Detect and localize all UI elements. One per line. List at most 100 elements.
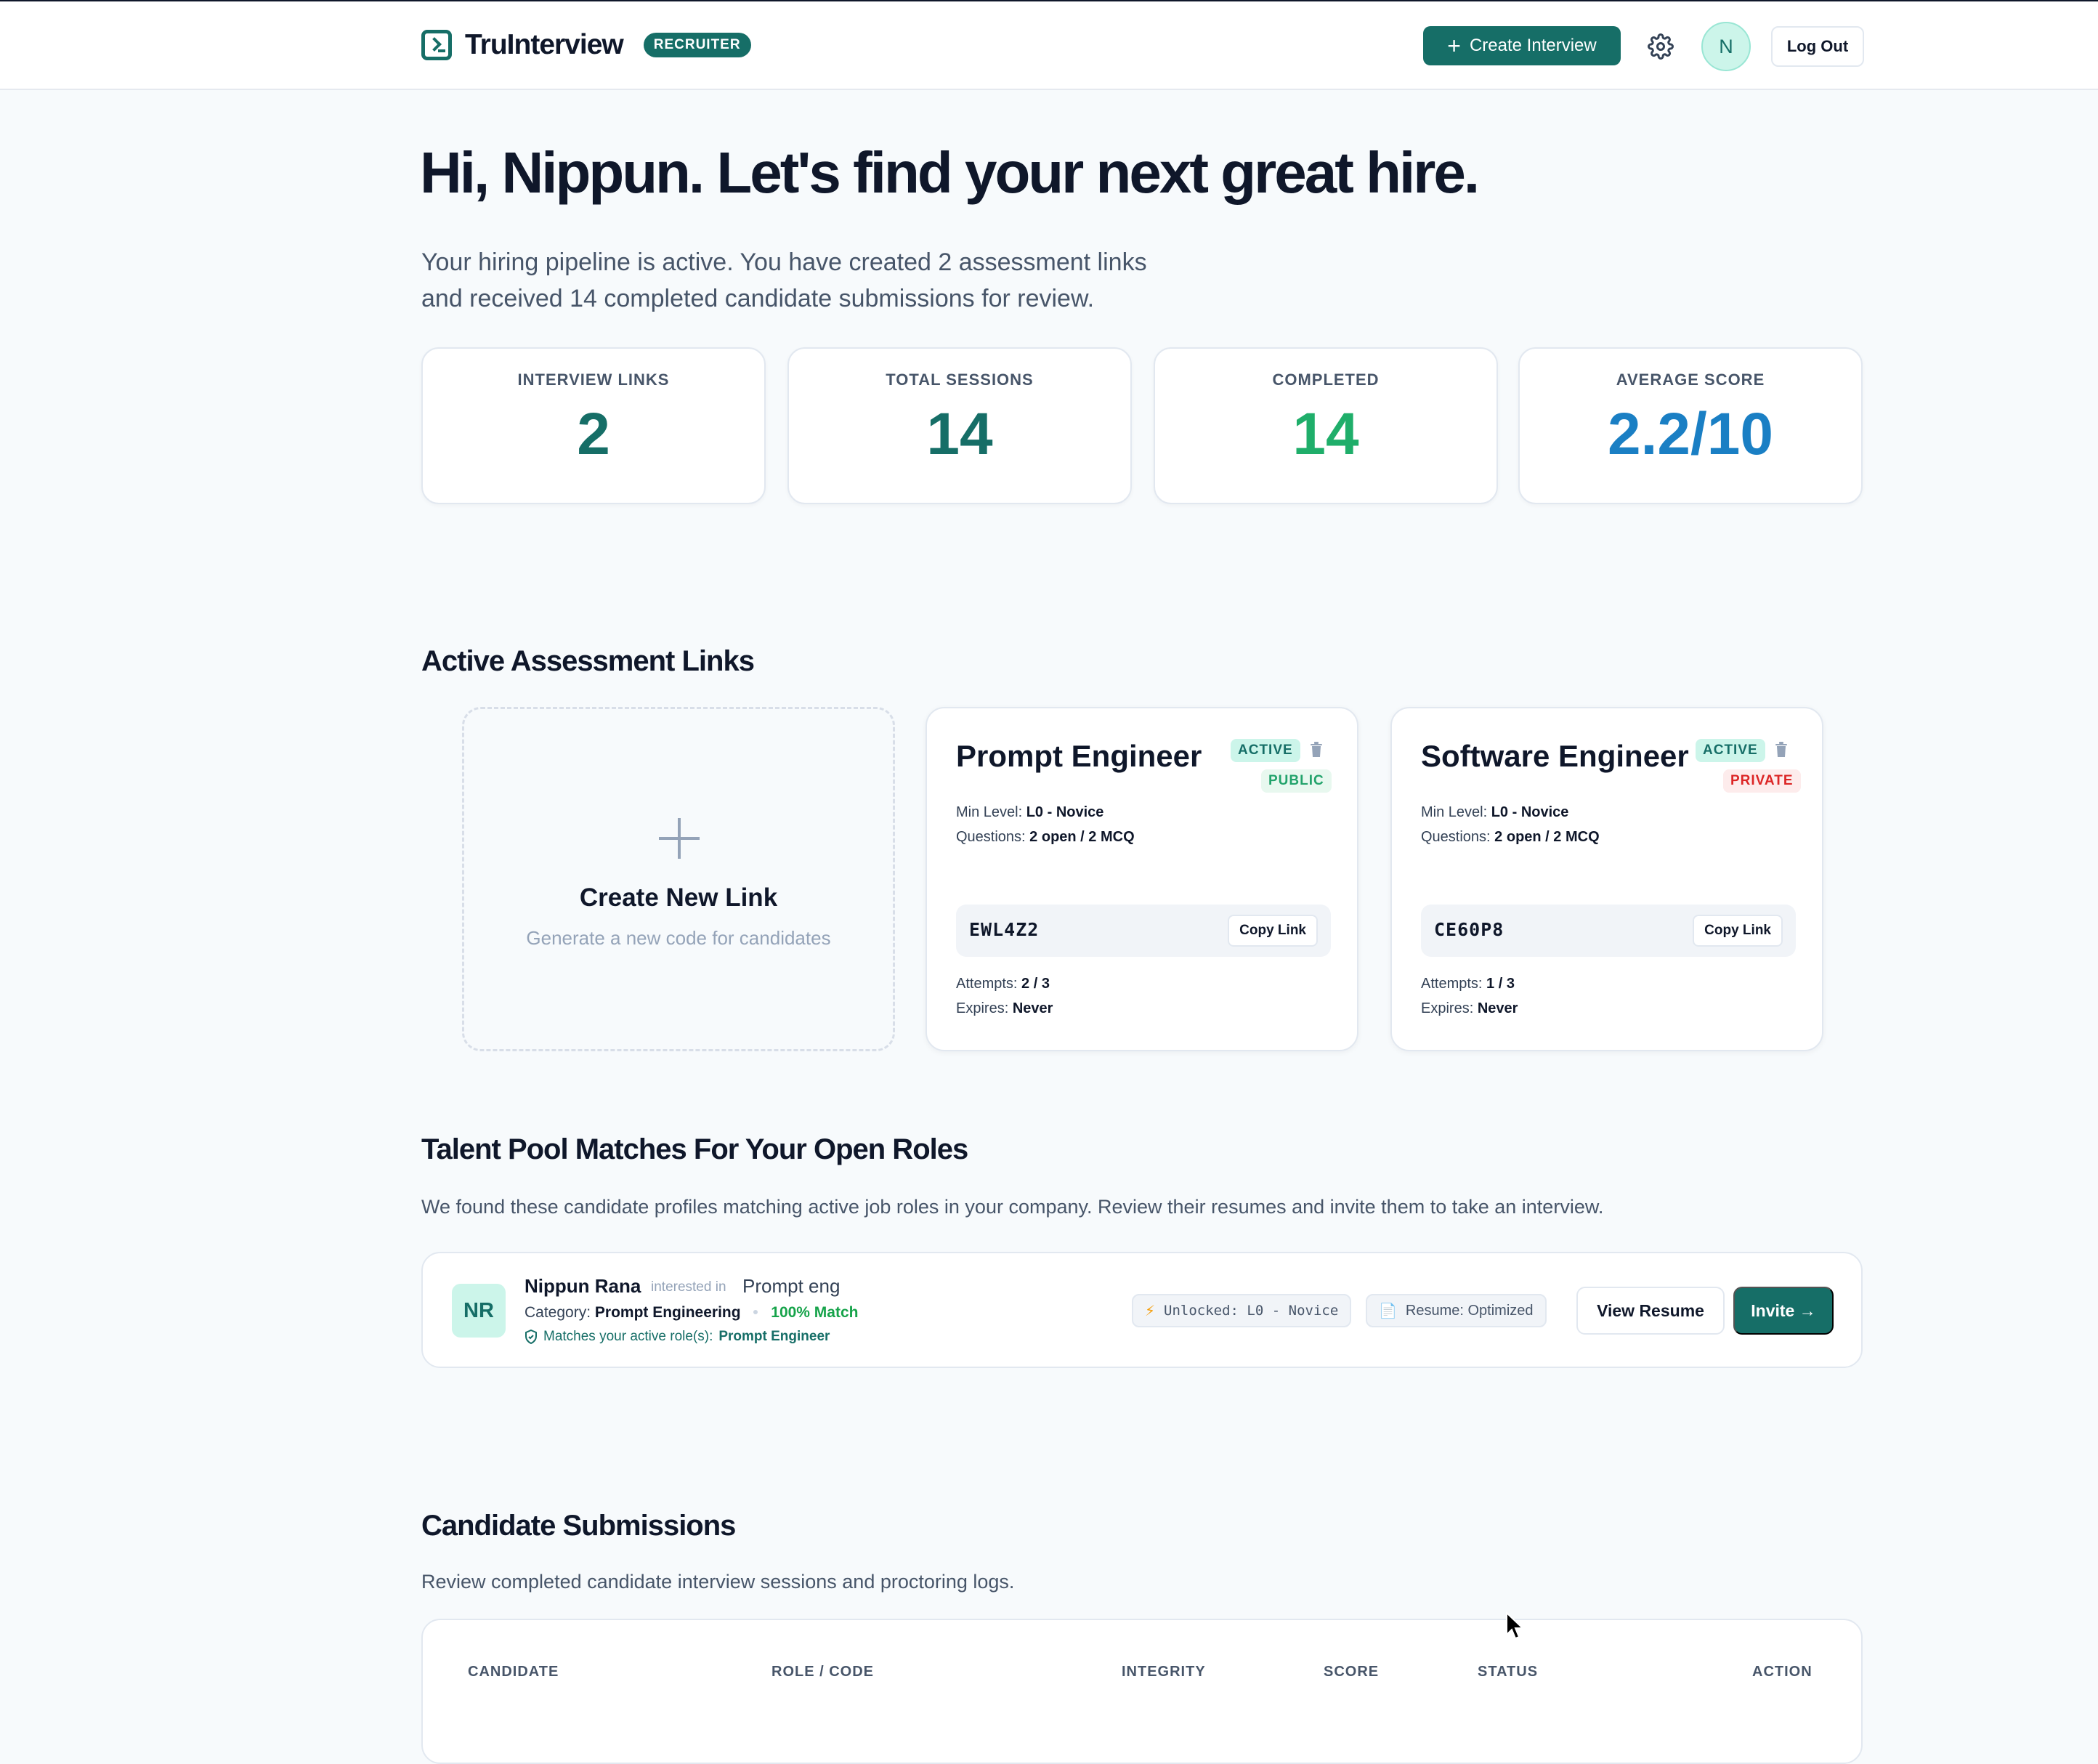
trash-icon[interactable] xyxy=(1774,742,1789,758)
copy-link-button[interactable]: Copy Link xyxy=(1228,915,1318,947)
questions-value: 2 open / 2 MCQ xyxy=(1029,829,1135,845)
app-logo[interactable]: TruInterview RECRUITER xyxy=(421,29,751,61)
stat-label: INTERVIEW LINKS xyxy=(517,371,670,389)
candidate-category: Category: Prompt Engineering 100% Match xyxy=(524,1304,858,1322)
attempts: Attempts: 2 / 3 xyxy=(956,976,1050,992)
create-new-link-subtitle: Generate a new code for candidates xyxy=(526,927,831,949)
talent-section-title: Talent Pool Matches For Your Open Roles xyxy=(421,1133,968,1165)
pipeline-summary: Your hiring pipeline is active. You have… xyxy=(421,244,1220,317)
candidate-avatar: NR xyxy=(452,1284,506,1338)
visibility-badge: PUBLIC xyxy=(1261,769,1332,793)
stat-value: 14 xyxy=(1292,401,1359,467)
stat-label: COMPLETED xyxy=(1272,371,1380,389)
separator-dot xyxy=(753,1310,758,1314)
unlocked-level-badge: ⚡ Unlocked: L0 - Novice xyxy=(1132,1294,1352,1327)
attempts: Attempts: 1 / 3 xyxy=(1421,976,1515,992)
page-title: Hi, Nippun. Let's find your next great h… xyxy=(420,140,1480,205)
create-new-link-card[interactable]: Create New Link Generate a new code for … xyxy=(462,707,895,1051)
questions-label: Questions: xyxy=(956,829,1026,845)
mouse-cursor-icon xyxy=(1506,1611,1524,1640)
interested-role: Prompt eng xyxy=(742,1275,841,1297)
resume-status-badge: 📄 Resume: Optimized xyxy=(1366,1294,1547,1327)
min-level-label: Min Level: xyxy=(956,804,1023,820)
create-new-link-title: Create New Link xyxy=(579,883,778,912)
role-match: Matches your active role(s): Prompt Engi… xyxy=(524,1329,830,1345)
assessment-link-card: Software Engineer ACTIVE PRIVATE Min Lev… xyxy=(1390,707,1823,1051)
resume-status: Resume: Optimized xyxy=(1405,1302,1534,1319)
min-level: Min Level: L0 - Novice xyxy=(1421,804,1568,821)
invite-button[interactable]: Invite → xyxy=(1733,1287,1834,1335)
attempts-value: 1 / 3 xyxy=(1486,976,1515,992)
assessment-section-title: Active Assessment Links xyxy=(421,645,755,677)
min-level-value: L0 - Novice xyxy=(1491,804,1569,820)
matches-label: Matches your active role(s): xyxy=(543,1329,713,1344)
gear-icon[interactable] xyxy=(1648,33,1674,60)
view-resume-button[interactable]: View Resume xyxy=(1576,1287,1725,1335)
status-badge: ACTIVE xyxy=(1696,739,1765,762)
plus-icon: + xyxy=(1447,33,1461,59)
unlocked-level: Unlocked: L0 - Novice xyxy=(1164,1303,1339,1319)
visibility-badge: PRIVATE xyxy=(1723,769,1801,793)
document-icon: 📄 xyxy=(1379,1303,1397,1319)
expires-label: Expires: xyxy=(1421,1000,1474,1016)
min-level: Min Level: L0 - Novice xyxy=(956,804,1103,821)
submissions-table: CANDIDATE ROLE / CODE INTEGRITY SCORE ST… xyxy=(421,1619,1863,1764)
interested-label: interested in xyxy=(651,1279,726,1295)
stat-value: 2.2/10 xyxy=(1608,401,1773,467)
stat-label: AVERAGE SCORE xyxy=(1616,371,1765,389)
stat-card-interview-links: INTERVIEW LINKS 2 xyxy=(421,347,766,504)
lightning-icon: ⚡ xyxy=(1145,1303,1156,1319)
top-navbar: TruInterview RECRUITER + Create Intervie… xyxy=(0,0,2098,90)
questions-label: Questions: xyxy=(1421,829,1491,845)
stat-label: TOTAL SESSIONS xyxy=(886,371,1034,389)
status-badge: ACTIVE xyxy=(1231,739,1300,762)
expires-label: Expires: xyxy=(956,1000,1009,1016)
talent-section-description: We found these candidate profiles matchi… xyxy=(421,1196,1604,1218)
pipeline-summary-line-2: and received 14 completed candidate subm… xyxy=(421,285,1095,312)
link-code: CE60P8 xyxy=(1434,919,1504,940)
link-code: EWL4Z2 xyxy=(969,919,1040,940)
expires: Expires: Never xyxy=(956,1000,1053,1017)
stat-card-total-sessions: TOTAL SESSIONS 14 xyxy=(787,347,1132,504)
submissions-section-title: Candidate Submissions xyxy=(421,1510,736,1542)
trash-icon[interactable] xyxy=(1309,742,1324,758)
assessment-link-card: Prompt Engineer ACTIVE PUBLIC Min Level:… xyxy=(926,707,1358,1051)
expires-value: Never xyxy=(1477,1000,1518,1016)
code-box: CE60P8 Copy Link xyxy=(1421,905,1796,957)
plus-icon xyxy=(659,818,700,859)
talent-match-card: NR Nippun Rana interested in Prompt eng … xyxy=(421,1252,1863,1368)
shield-check-icon xyxy=(525,1330,537,1344)
create-interview-button[interactable]: + Create Interview xyxy=(1423,26,1621,65)
category-label: Category: xyxy=(524,1304,591,1321)
code-box: EWL4Z2 Copy Link xyxy=(956,905,1331,957)
matches-role: Prompt Engineer xyxy=(718,1329,830,1344)
stat-card-average-score: AVERAGE SCORE 2.2/10 xyxy=(1518,347,1863,504)
terminal-icon xyxy=(421,30,452,60)
expires-value: Never xyxy=(1012,1000,1053,1016)
stat-value: 14 xyxy=(926,401,993,467)
min-level-value: L0 - Novice xyxy=(1026,804,1104,820)
questions: Questions: 2 open / 2 MCQ xyxy=(1421,829,1600,846)
role-badge: RECRUITER xyxy=(643,33,751,57)
submissions-section-description: Review completed candidate interview ses… xyxy=(421,1571,1015,1593)
match-percentage: 100% Match xyxy=(771,1304,859,1321)
copy-link-button[interactable]: Copy Link xyxy=(1693,915,1783,947)
candidate-name: Nippun Rana xyxy=(524,1275,641,1297)
link-title: Prompt Engineer xyxy=(956,739,1202,773)
questions-value: 2 open / 2 MCQ xyxy=(1494,829,1600,845)
link-title: Software Engineer xyxy=(1421,739,1689,773)
expires: Expires: Never xyxy=(1421,1000,1518,1017)
user-avatar[interactable]: N xyxy=(1701,22,1751,71)
create-interview-label: Create Interview xyxy=(1469,36,1597,55)
questions: Questions: 2 open / 2 MCQ xyxy=(956,829,1135,846)
attempts-value: 2 / 3 xyxy=(1021,976,1050,992)
attempts-label: Attempts: xyxy=(1421,976,1483,992)
stat-value: 2 xyxy=(577,401,610,467)
logout-button[interactable]: Log Out xyxy=(1771,26,1864,67)
category-value: Prompt Engineering xyxy=(594,1304,741,1321)
attempts-label: Attempts: xyxy=(956,976,1018,992)
min-level-label: Min Level: xyxy=(1421,804,1488,820)
stat-card-completed: COMPLETED 14 xyxy=(1154,347,1498,504)
pipeline-summary-line-1: Your hiring pipeline is active. You have… xyxy=(421,248,1147,276)
app-name: TruInterview xyxy=(465,29,624,60)
